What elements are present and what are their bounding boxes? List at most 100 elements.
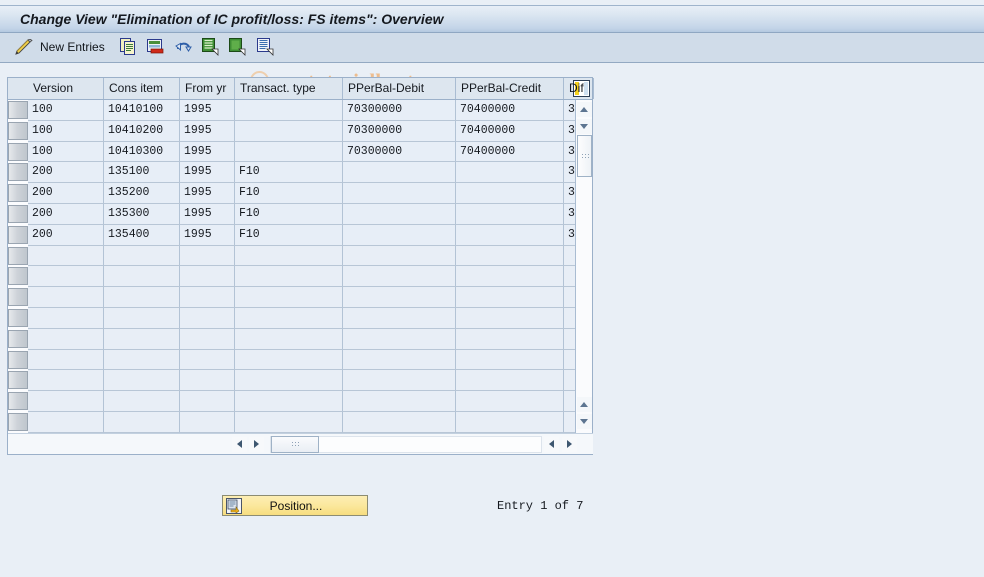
table-cell[interactable] [456, 162, 564, 184]
page-up-icon[interactable] [577, 397, 592, 412]
table-row[interactable]: 100104101001995703000007040000030 [8, 100, 577, 121]
select-all-icon[interactable] [202, 38, 219, 56]
table-cell[interactable]: 1995 [180, 120, 235, 142]
row-select-button[interactable] [8, 350, 28, 369]
table-cell[interactable] [28, 266, 104, 288]
table-cell[interactable] [28, 349, 104, 371]
row-select-button[interactable] [8, 142, 28, 161]
table-cell[interactable]: 10410300 [104, 141, 180, 163]
table-cell[interactable] [235, 120, 343, 142]
row-select-button[interactable] [8, 412, 28, 431]
table-cell[interactable] [104, 370, 180, 392]
table-cell[interactable] [180, 307, 235, 329]
table-cell[interactable]: 70300000 [343, 100, 456, 121]
table-cell[interactable] [456, 411, 564, 433]
table-cell[interactable]: 1995 [180, 162, 235, 184]
table-cell[interactable] [28, 328, 104, 350]
table-column-header[interactable]: Transact. type [235, 78, 343, 99]
table-cell[interactable] [456, 203, 564, 225]
table-cell[interactable] [235, 287, 343, 308]
table-cell[interactable]: 70400000 [456, 120, 564, 142]
table-cell[interactable] [456, 328, 564, 350]
table-cell[interactable]: 135100 [104, 162, 180, 184]
table-row[interactable] [8, 307, 577, 329]
table-column-header[interactable]: PPerBal-Credit [456, 78, 564, 99]
table-cell[interactable] [456, 307, 564, 329]
table-cell[interactable]: 135300 [104, 203, 180, 225]
table-cell[interactable] [235, 245, 343, 267]
table-cell[interactable] [104, 287, 180, 308]
table-cell[interactable]: F10 [235, 162, 343, 184]
table-cell[interactable] [28, 287, 104, 308]
table-cell[interactable] [104, 307, 180, 329]
select-block-icon[interactable] [229, 38, 246, 56]
table-cell[interactable] [343, 287, 456, 308]
scroll-down-icon[interactable] [577, 119, 592, 134]
row-select-button[interactable] [8, 184, 28, 203]
table-cell[interactable] [180, 266, 235, 288]
table-row[interactable] [8, 411, 577, 433]
table-cell[interactable] [456, 245, 564, 267]
table-row[interactable] [8, 245, 577, 267]
table-cell[interactable] [456, 391, 564, 412]
row-select-button[interactable] [8, 392, 28, 411]
table-cell[interactable] [104, 391, 180, 412]
table-cell[interactable] [235, 100, 343, 121]
row-select-button[interactable] [8, 121, 28, 140]
table-cell[interactable] [180, 349, 235, 371]
table-cell[interactable] [235, 307, 343, 329]
table-cell[interactable] [343, 245, 456, 267]
table-cell[interactable] [343, 328, 456, 350]
table-cell[interactable]: 70400000 [456, 100, 564, 121]
row-select-button[interactable] [8, 329, 28, 348]
table-cell[interactable] [343, 349, 456, 371]
table-cell[interactable]: 100 [28, 120, 104, 142]
table-row[interactable]: 2001352001995F1031 [8, 183, 577, 204]
table-cell[interactable]: 1995 [180, 100, 235, 121]
table-cell[interactable] [343, 370, 456, 392]
table-column-header[interactable]: PPerBal-Debit [343, 78, 456, 99]
table-cell[interactable]: 100 [28, 141, 104, 163]
table-cell[interactable]: 1995 [180, 141, 235, 163]
pencil-display-change-icon[interactable] [14, 38, 34, 57]
table-cell[interactable]: F10 [235, 183, 343, 204]
table-row[interactable]: 100104102001995703000007040000030 [8, 120, 577, 142]
table-cell[interactable]: 200 [28, 203, 104, 225]
table-cell[interactable] [235, 391, 343, 412]
table-column-header[interactable]: Dif [564, 78, 594, 99]
table-row[interactable]: 100104103001995703000007040000030 [8, 141, 577, 163]
table-cell[interactable] [456, 224, 564, 246]
table-row[interactable] [8, 328, 577, 350]
scroll-right-end-icon[interactable] [562, 437, 577, 452]
table-cell[interactable] [235, 141, 343, 163]
table-cell[interactable]: 70400000 [456, 141, 564, 163]
table-cell[interactable] [235, 370, 343, 392]
table-cell[interactable]: 135400 [104, 224, 180, 246]
table-cell[interactable] [235, 349, 343, 371]
table-cell[interactable] [104, 245, 180, 267]
scroll-right-icon[interactable] [249, 437, 264, 452]
table-cell[interactable]: F10 [235, 203, 343, 225]
table-cell[interactable] [28, 411, 104, 433]
table-cell[interactable] [343, 391, 456, 412]
deselect-all-icon[interactable] [256, 38, 274, 56]
page-down-icon[interactable] [577, 414, 592, 429]
table-row[interactable]: 2001351001995F1031 [8, 162, 577, 184]
scroll-left-end-icon[interactable] [544, 437, 559, 452]
table-cell[interactable] [235, 266, 343, 288]
scroll-up-icon[interactable] [577, 102, 592, 117]
table-cell[interactable]: 100 [28, 100, 104, 121]
table-cell[interactable] [180, 328, 235, 350]
row-select-button[interactable] [8, 101, 28, 119]
table-cell[interactable] [343, 307, 456, 329]
table-row[interactable]: 2001354001995F1031 [8, 224, 577, 246]
horizontal-scrollbar-thumb[interactable] [271, 436, 319, 453]
table-cell[interactable] [28, 307, 104, 329]
new-entries-button[interactable]: New Entries [40, 40, 105, 54]
table-column-header[interactable]: From yr [180, 78, 235, 99]
table-cell[interactable] [104, 266, 180, 288]
row-select-button[interactable] [8, 246, 28, 265]
table-cell[interactable]: 10410100 [104, 100, 180, 121]
table-cell[interactable] [28, 245, 104, 267]
table-cell[interactable] [235, 411, 343, 433]
